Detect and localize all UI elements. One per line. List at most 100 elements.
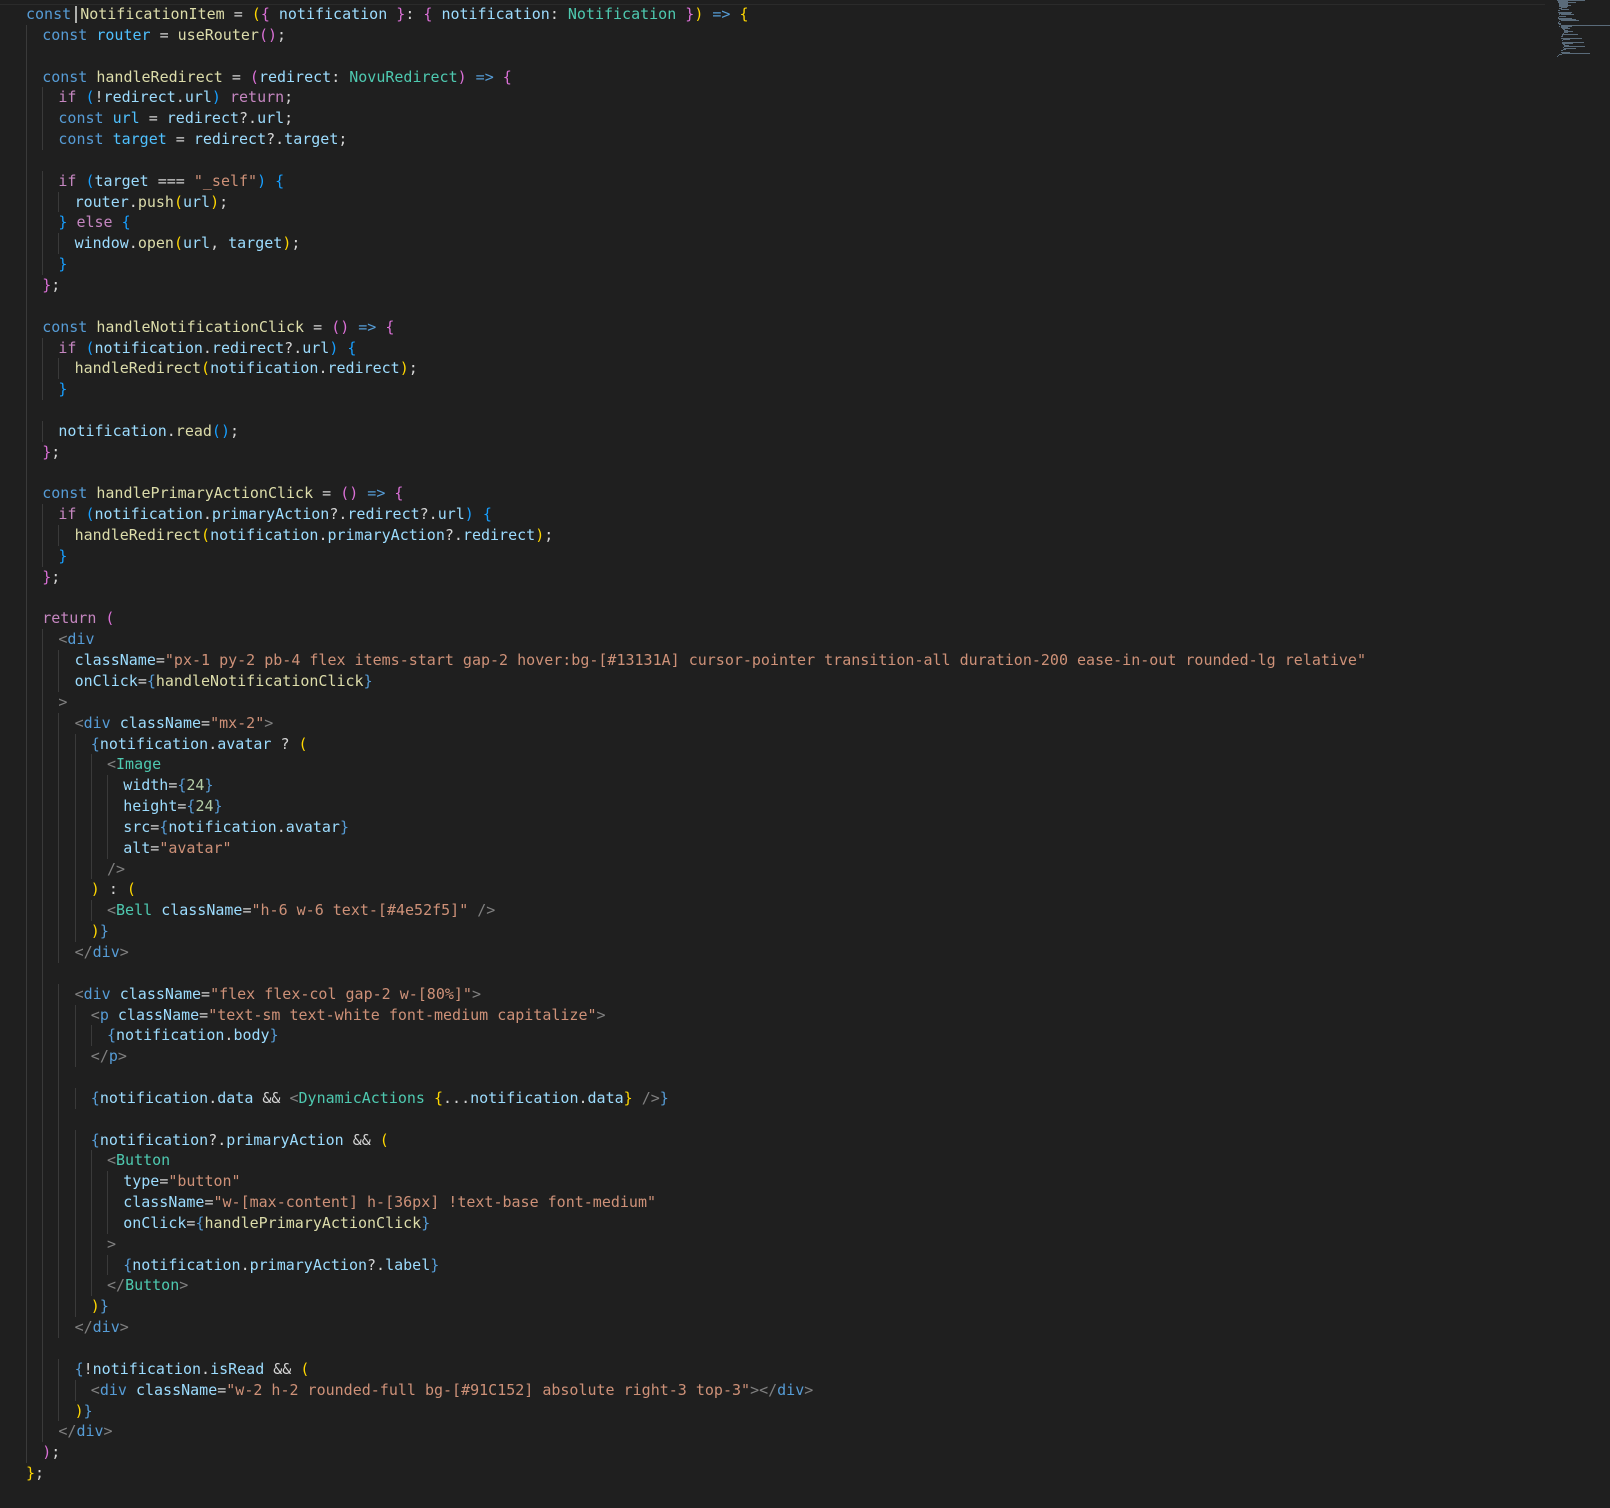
code-line[interactable]: /> bbox=[26, 858, 1366, 880]
code-line[interactable]: notification.read(); bbox=[26, 420, 1366, 442]
code-line[interactable]: ) : ( bbox=[26, 879, 1366, 901]
code-line[interactable]: }; bbox=[26, 274, 1366, 296]
code-line[interactable]: handleRedirect(notification.primaryActio… bbox=[26, 525, 1366, 546]
code-line[interactable]: <p className="text-sm text-white font-me… bbox=[26, 1004, 1366, 1026]
indent-guide bbox=[42, 87, 44, 109]
indent-guide bbox=[42, 212, 44, 234]
code-line[interactable]: > bbox=[26, 1233, 1366, 1255]
code-line[interactable]: if (notification.redirect?.url) { bbox=[26, 337, 1366, 359]
code-line[interactable]: onClick={handlePrimaryActionClick} bbox=[26, 1212, 1366, 1234]
code-line[interactable]: {notification.body} bbox=[26, 1025, 1366, 1047]
code-line[interactable] bbox=[26, 962, 1366, 984]
code-line[interactable]: if (!redirect.url) return; bbox=[26, 87, 1366, 109]
code-token: } bbox=[83, 1401, 93, 1420]
code-line[interactable]: if (notification.primaryAction?.redirect… bbox=[26, 504, 1366, 526]
code-line[interactable]: if (target === "_self") { bbox=[26, 170, 1366, 192]
code-line[interactable]: const handleRedirect = (redirect: NovuRe… bbox=[26, 66, 1366, 88]
code-line[interactable]: className="px-1 py-2 pb-4 flex items-sta… bbox=[26, 650, 1366, 671]
code-line[interactable]: handleRedirect(notification.redirect); bbox=[26, 358, 1366, 380]
code-line[interactable]: className="w-[max-content] h-[36px] !tex… bbox=[26, 1192, 1366, 1213]
code-line[interactable]: onClick={handleNotificationClick} bbox=[26, 671, 1366, 692]
code-line[interactable]: height={24} bbox=[26, 796, 1366, 817]
code-token: ?. bbox=[239, 109, 258, 128]
code-token: primaryAction bbox=[211, 505, 330, 524]
code-line[interactable] bbox=[26, 462, 1366, 484]
code-line[interactable]: <div bbox=[26, 629, 1366, 651]
code-line[interactable]: </p> bbox=[26, 1046, 1366, 1068]
indent-guide bbox=[42, 525, 44, 546]
code-line[interactable]: <div className="mx-2"> bbox=[26, 712, 1366, 734]
code-line[interactable]: )} bbox=[26, 1296, 1366, 1318]
code-line[interactable]: <Bell className="h-6 w-6 text-[#4e52f5]"… bbox=[26, 900, 1366, 922]
code-line[interactable] bbox=[26, 587, 1366, 609]
code-line[interactable]: const handlePrimaryActionClick = () => { bbox=[26, 483, 1366, 505]
code-line[interactable]: )} bbox=[26, 921, 1366, 942]
indent-guide bbox=[26, 1233, 27, 1255]
code-line[interactable]: ); bbox=[26, 1442, 1366, 1464]
code-line[interactable] bbox=[26, 1108, 1366, 1130]
code-line[interactable] bbox=[26, 400, 1366, 421]
code-line[interactable]: alt="avatar" bbox=[26, 837, 1366, 859]
code-line[interactable]: {notification.primaryAction?.label} bbox=[26, 1254, 1366, 1276]
code-line[interactable]: const target = redirect?.target; bbox=[26, 129, 1366, 150]
indent-guide bbox=[74, 1296, 76, 1318]
indent-guide bbox=[42, 1338, 44, 1359]
code-line[interactable]: {notification?.primaryAction && ( bbox=[26, 1129, 1366, 1151]
code-line[interactable]: )} bbox=[26, 1400, 1366, 1422]
indent-guide bbox=[26, 233, 27, 255]
code-line[interactable]: }; bbox=[26, 566, 1366, 588]
code-line[interactable]: } else { bbox=[26, 212, 1366, 234]
code-line[interactable]: {notification.data && <DynamicActions {.… bbox=[26, 1087, 1366, 1109]
code-line[interactable]: } bbox=[26, 545, 1366, 567]
indent-guide bbox=[58, 1004, 60, 1026]
code-line[interactable] bbox=[26, 149, 1366, 171]
code-line[interactable] bbox=[26, 45, 1366, 67]
code-line[interactable]: </div> bbox=[26, 941, 1366, 963]
code-token: ></ bbox=[750, 1380, 778, 1399]
code-line[interactable]: src={notification.avatar} bbox=[26, 816, 1366, 838]
code-line[interactable]: > bbox=[26, 691, 1366, 713]
minimap[interactable] bbox=[1553, 0, 1610, 60]
code-line[interactable]: <Image bbox=[26, 754, 1366, 776]
code-line[interactable]: window.open(url, target); bbox=[26, 233, 1366, 255]
code-line[interactable]: {notification.avatar ? ( bbox=[26, 733, 1366, 755]
indent-guide bbox=[74, 1233, 76, 1255]
code-line[interactable]: <Button bbox=[26, 1150, 1366, 1172]
code-line[interactable]: </Button> bbox=[26, 1275, 1366, 1297]
code-line[interactable]: <div className="flex flex-col gap-2 w-[8… bbox=[26, 983, 1366, 1005]
code-line[interactable]: } bbox=[26, 254, 1366, 275]
code-line[interactable] bbox=[26, 295, 1366, 317]
code-line[interactable]: </div> bbox=[26, 1421, 1366, 1443]
code-line[interactable]: const NotificationItem = ({ notification… bbox=[26, 4, 1366, 25]
code-line[interactable] bbox=[26, 1067, 1366, 1088]
code-token: onClick bbox=[123, 1213, 187, 1232]
indent-guide bbox=[74, 1192, 76, 1213]
code-line[interactable]: const url = redirect?.url; bbox=[26, 108, 1366, 130]
code-line[interactable]: router.push(url); bbox=[26, 191, 1366, 213]
code-line[interactable]: } bbox=[26, 379, 1366, 401]
minimap-line bbox=[1560, 20, 1580, 21]
code-editor[interactable]: const NotificationItem = ({ notification… bbox=[0, 0, 1610, 1508]
indent-guide bbox=[58, 858, 60, 880]
code-token: . bbox=[202, 338, 212, 357]
indent-guide bbox=[42, 1171, 44, 1193]
code-line[interactable]: {!notification.isRead && ( bbox=[26, 1358, 1366, 1380]
code-line[interactable]: <div className="w-2 h-2 rounded-full bg-… bbox=[26, 1379, 1366, 1401]
code-line[interactable]: </div> bbox=[26, 1317, 1366, 1338]
code-line[interactable]: type="button" bbox=[26, 1171, 1366, 1193]
indent-guide bbox=[42, 1087, 44, 1109]
code-line[interactable] bbox=[26, 1338, 1366, 1359]
code-line[interactable]: width={24} bbox=[26, 775, 1366, 797]
code-token: url bbox=[302, 338, 330, 357]
code-token: < bbox=[107, 1151, 117, 1170]
code-line[interactable]: }; bbox=[26, 1463, 1366, 1484]
code-line[interactable]: return ( bbox=[26, 608, 1366, 630]
indent-guide bbox=[58, 983, 60, 1005]
code-token: primaryAction bbox=[327, 526, 445, 545]
code-line[interactable]: const router = useRouter(); bbox=[26, 24, 1366, 46]
code-line[interactable]: }; bbox=[26, 441, 1366, 463]
code-token: { bbox=[473, 505, 492, 524]
code-area[interactable]: const NotificationItem = ({ notification… bbox=[26, 4, 1366, 1484]
code-line[interactable]: const handleNotificationClick = () => { bbox=[26, 316, 1366, 338]
indent-guide bbox=[74, 816, 76, 838]
